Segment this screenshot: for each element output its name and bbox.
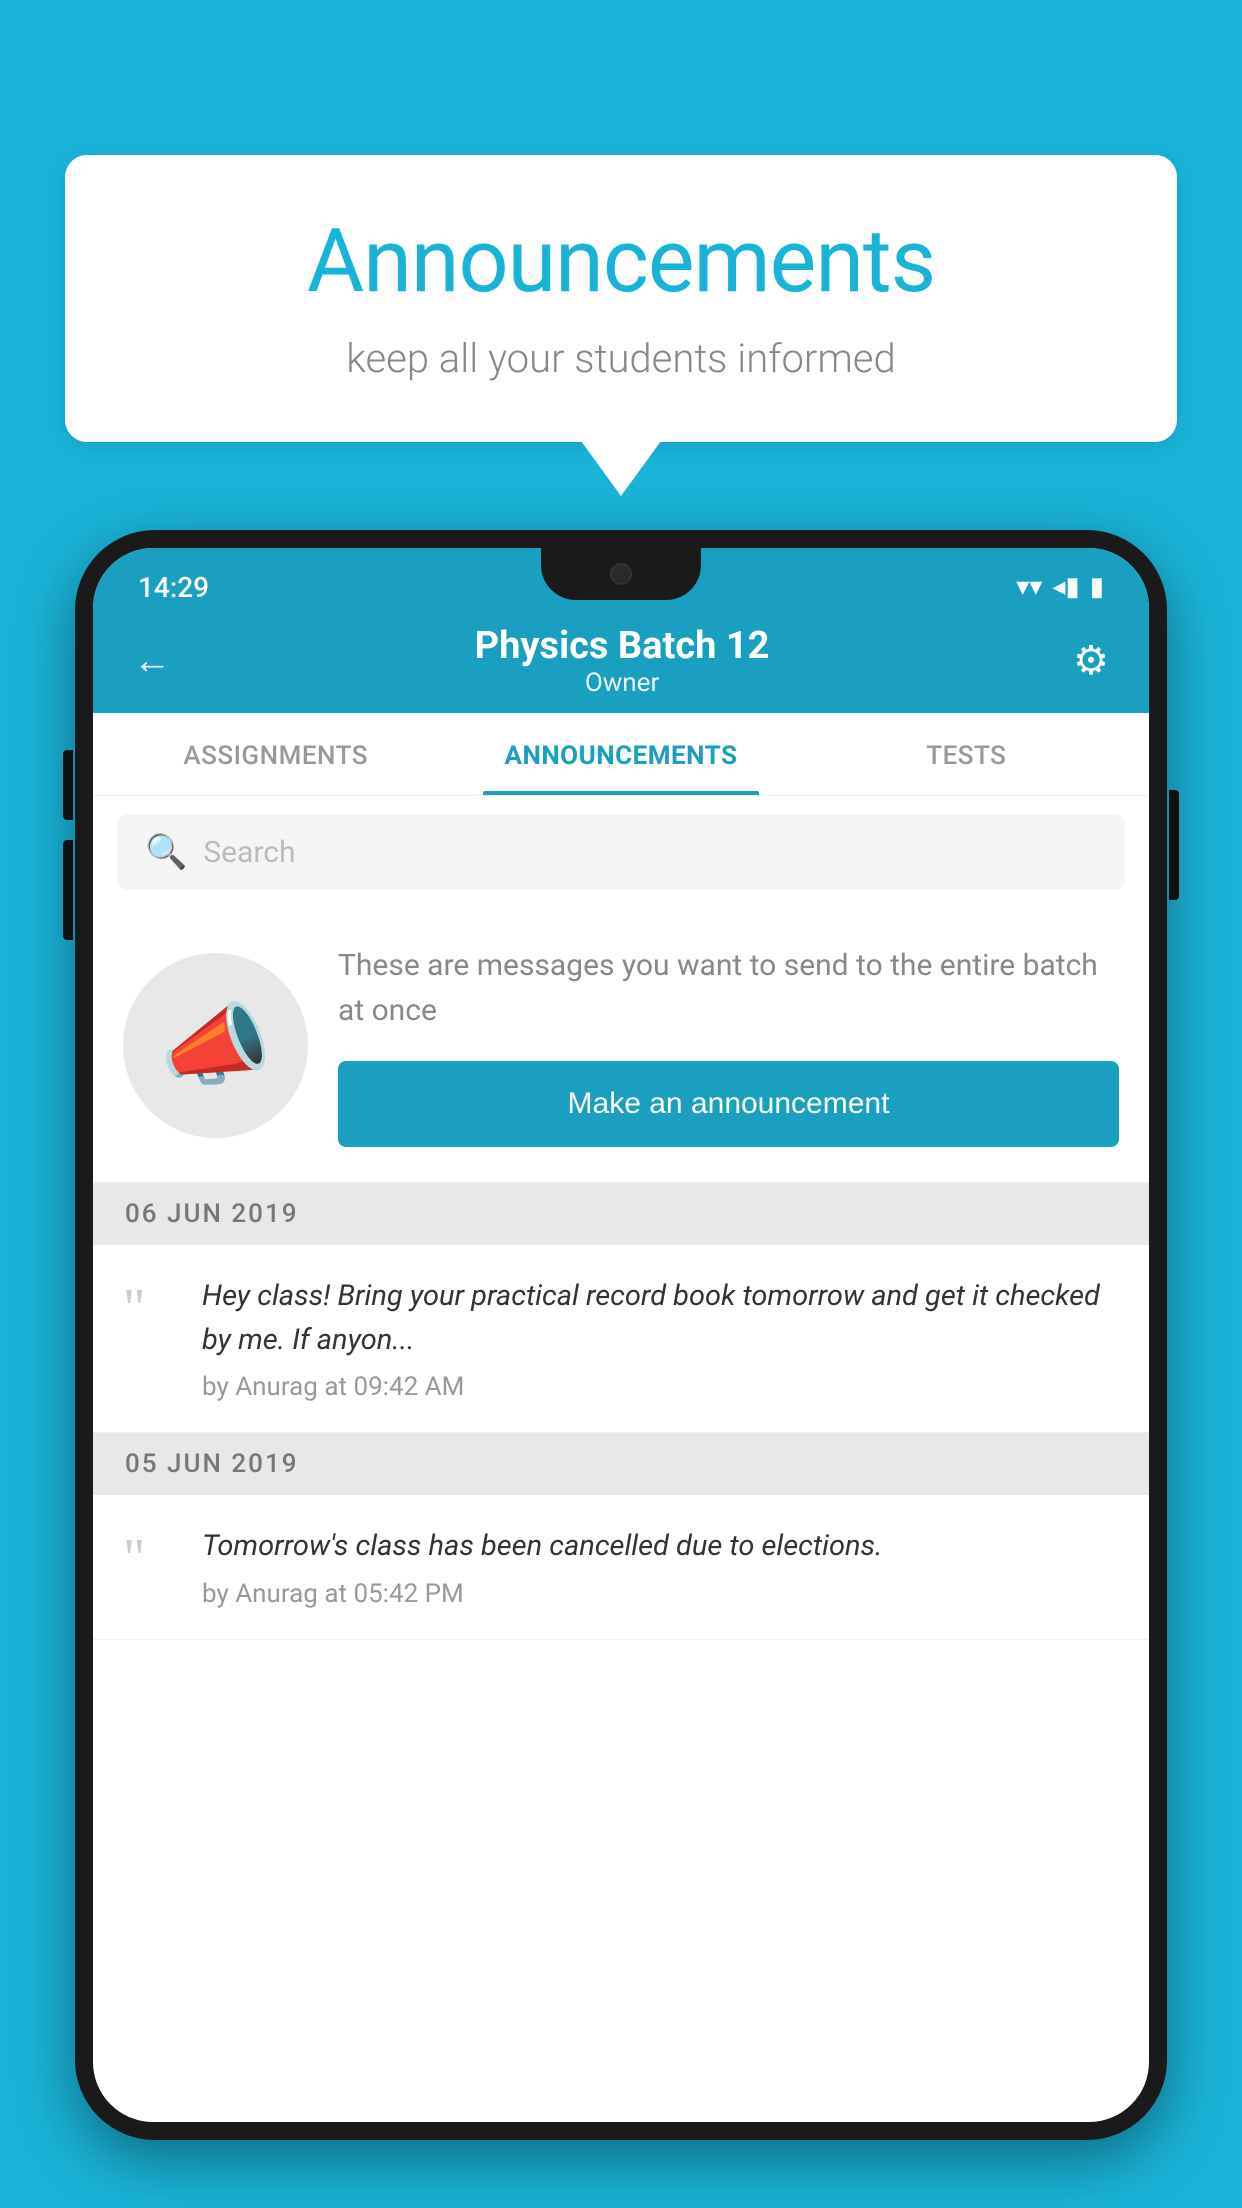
header-title: Physics Batch 12 — [171, 624, 1073, 668]
search-bar[interactable]: 🔍 Search — [117, 814, 1125, 890]
power-button[interactable] — [1169, 790, 1179, 900]
announcement-content-1: Hey class! Bring your practical record b… — [202, 1275, 1119, 1402]
speech-bubble: Announcements keep all your students inf… — [65, 155, 1177, 442]
date-divider-2: 05 JUN 2019 — [93, 1433, 1149, 1495]
speech-bubble-tail — [581, 441, 661, 496]
speech-bubble-title: Announcements — [125, 210, 1117, 313]
app-header: ← Physics Batch 12 Owner ⚙ — [93, 608, 1149, 713]
battery-icon: ▮ — [1090, 572, 1104, 602]
announcement-text-2: Tomorrow's class has been cancelled due … — [202, 1525, 1119, 1569]
announcement-meta-2: by Anurag at 05:42 PM — [202, 1579, 1119, 1609]
volume-down-button[interactable] — [63, 840, 73, 940]
announcement-item-2[interactable]: " Tomorrow's class has been cancelled du… — [93, 1495, 1149, 1640]
speech-bubble-subtitle: keep all your students informed — [125, 335, 1117, 382]
header-subtitle: Owner — [171, 668, 1073, 698]
announcement-text-1: Hey class! Bring your practical record b… — [202, 1275, 1119, 1362]
date-divider-1: 06 JUN 2019 — [93, 1183, 1149, 1245]
status-time: 14:29 — [138, 571, 209, 604]
tabs-bar: ASSIGNMENTS ANNOUNCEMENTS TESTS — [93, 713, 1149, 796]
megaphone-icon: 📣 — [159, 993, 271, 1098]
tab-announcements[interactable]: ANNOUNCEMENTS — [448, 713, 793, 795]
quote-icon-2: " — [123, 1530, 178, 1585]
announcement-description: These are messages you want to send to t… — [338, 943, 1119, 1033]
quote-icon-1: " — [123, 1280, 178, 1335]
speech-bubble-section: Announcements keep all your students inf… — [65, 155, 1177, 496]
header-center: Physics Batch 12 Owner — [171, 624, 1073, 698]
tab-assignments[interactable]: ASSIGNMENTS — [103, 713, 448, 795]
settings-icon[interactable]: ⚙ — [1073, 637, 1109, 684]
phone-camera — [610, 563, 632, 585]
announcement-item-1[interactable]: " Hey class! Bring your practical record… — [93, 1245, 1149, 1433]
back-button[interactable]: ← — [133, 639, 171, 683]
search-container: 🔍 Search — [93, 796, 1149, 908]
announcement-meta-1: by Anurag at 09:42 AM — [202, 1372, 1119, 1402]
phone-outer: 14:29 ▾▾ ◂▮ ▮ ← Physics Batch 12 Owner ⚙… — [75, 530, 1167, 2140]
phone-mockup: 14:29 ▾▾ ◂▮ ▮ ← Physics Batch 12 Owner ⚙… — [75, 530, 1167, 2208]
search-icon: 🔍 — [145, 832, 187, 872]
megaphone-circle: 📣 — [123, 953, 308, 1138]
wifi-icon: ▾▾ — [1016, 572, 1042, 602]
status-icons: ▾▾ ◂▮ ▮ — [1016, 572, 1104, 602]
phone-screen: 14:29 ▾▾ ◂▮ ▮ ← Physics Batch 12 Owner ⚙… — [93, 548, 1149, 2122]
phone-notch — [541, 548, 701, 600]
search-placeholder: Search — [203, 835, 295, 870]
announcement-right: These are messages you want to send to t… — [338, 943, 1119, 1147]
volume-up-button[interactable] — [63, 750, 73, 820]
announcement-content-2: Tomorrow's class has been cancelled due … — [202, 1525, 1119, 1609]
announcement-intro: 📣 These are messages you want to send to… — [93, 908, 1149, 1183]
make-announcement-button[interactable]: Make an announcement — [338, 1061, 1119, 1147]
tab-tests[interactable]: TESTS — [794, 713, 1139, 795]
signal-icon: ◂▮ — [1052, 572, 1079, 602]
